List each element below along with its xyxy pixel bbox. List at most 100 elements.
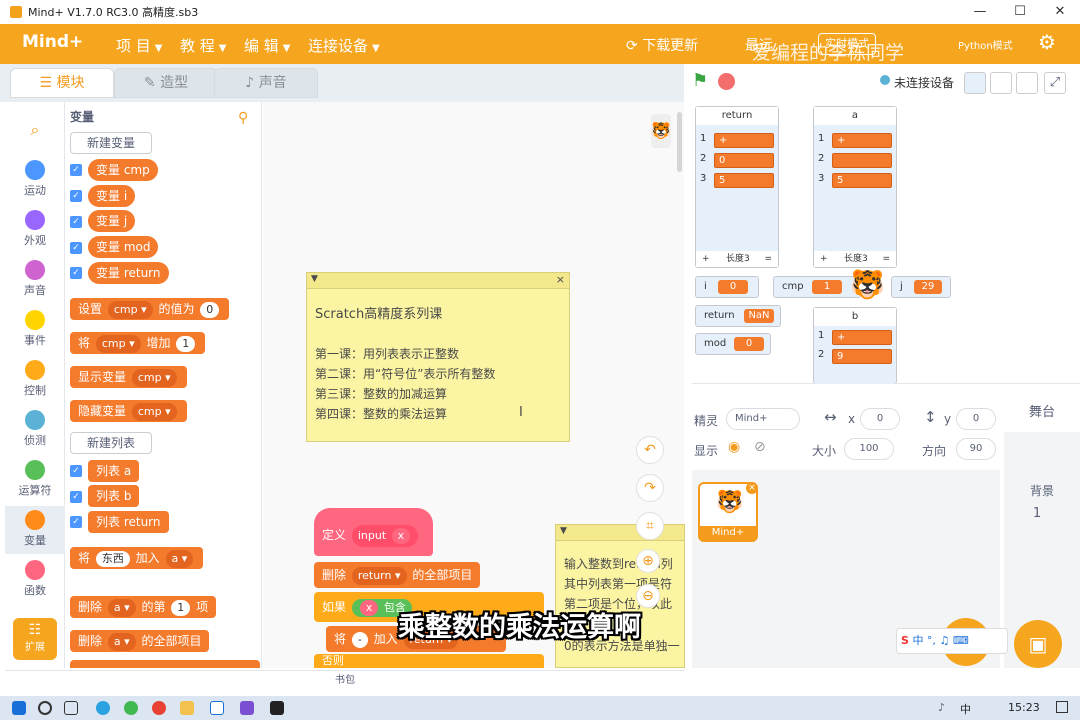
eye-visible-icon[interactable]: ◉ <box>728 439 740 455</box>
x-input[interactable]: 0 <box>860 408 900 430</box>
change-variable-block[interactable]: 将 cmp ▾ 增加 1 <box>70 332 206 354</box>
category-motion[interactable]: 运动 <box>5 160 65 198</box>
variable-cmp-reporter[interactable]: 变量 cmp <box>88 159 158 181</box>
windows-start-icon[interactable] <box>12 701 26 715</box>
undo-icon[interactable]: ↶ <box>636 436 664 464</box>
app-icon[interactable] <box>96 701 110 715</box>
large-stage-icon[interactable] <box>1016 72 1038 94</box>
list-return-reporter[interactable]: 列表 return <box>88 511 169 533</box>
mindplus-logo: Mind+ <box>22 32 84 52</box>
green-flag-icon[interactable]: ⚑ <box>692 72 710 90</box>
category-variables[interactable]: 变量 <box>5 506 65 554</box>
sprite-name-input[interactable]: Mind+ <box>726 408 800 430</box>
else-label: 否则 <box>314 654 544 668</box>
define-block[interactable]: 定义 input x <box>314 508 433 556</box>
stage-panel[interactable]: 舞台 背景 1 ▣ <box>1004 394 1080 668</box>
menu-connect-device[interactable]: 连接设备 ▼ <box>308 35 380 56</box>
fullscreen-icon[interactable]: ⤢ <box>1044 72 1066 94</box>
checkbox-icon[interactable]: ✓ <box>70 516 82 528</box>
category-events[interactable]: 事件 <box>5 310 65 348</box>
workspace-scrollbar[interactable] <box>677 112 682 172</box>
stage-header: ⚑ 未连接设备 ⤢ <box>684 64 1080 102</box>
delete-all-block[interactable]: 删除 a ▾ 的全部项目 <box>70 630 210 652</box>
wechat-icon[interactable] <box>124 701 138 715</box>
app-icon[interactable] <box>270 701 284 715</box>
chrome-icon[interactable] <box>152 701 166 715</box>
redo-icon[interactable]: ↷ <box>636 474 664 502</box>
set-variable-block[interactable]: 设置 cmp ▾ 的值为 0 <box>70 298 230 320</box>
delete-all-return-block[interactable]: 删除 return ▾ 的全部项目 <box>314 562 481 588</box>
folder-icon[interactable] <box>180 701 194 715</box>
menu-edit[interactable]: 编 辑 ▼ <box>244 35 290 56</box>
checkbox-icon[interactable]: ✓ <box>70 242 82 254</box>
settings-gear-icon[interactable]: ⚙ <box>1038 30 1056 54</box>
task-view-icon[interactable] <box>64 701 78 715</box>
maximize-button[interactable]: ☐ <box>1000 0 1040 24</box>
checkbox-icon[interactable]: ✓ <box>70 465 82 477</box>
list-a-reporter[interactable]: 列表 a <box>88 460 140 482</box>
list-b-reporter[interactable]: 列表 b <box>88 485 140 507</box>
mindplus-sprite-icon[interactable]: 🐯 <box>850 268 885 301</box>
delete-sprite-icon[interactable]: × <box>746 482 758 494</box>
tab-sounds[interactable]: ♪ 声音 <box>214 68 318 98</box>
menu-tutorial[interactable]: 教 程 ▼ <box>180 35 226 56</box>
search-icon[interactable] <box>38 701 52 715</box>
category-sound[interactable]: 声音 <box>5 260 65 298</box>
ime-toolbar[interactable]: S 中 °, ♫ ⌨ <box>896 628 1008 654</box>
extensions-button[interactable]: ☷ 扩展 <box>13 618 57 660</box>
checkbox-icon[interactable]: ✓ <box>70 190 82 202</box>
tab-blocks[interactable]: ☰ 模块 <box>10 68 114 98</box>
delete-item-block[interactable]: 删除 a ▾ 的第 1 项 <box>70 596 217 618</box>
variable-return-reporter[interactable]: 变量 return <box>88 262 169 284</box>
y-input[interactable]: 0 <box>956 408 996 430</box>
stage-canvas[interactable]: return 1 + 20 35 + 长度3 = a 1 + 2 35 + 长度3 = i0… <box>692 102 1080 384</box>
show-variable-block[interactable]: 显示变量 cmp ▾ <box>70 366 187 388</box>
variable-j-reporter[interactable]: 变量 j <box>88 210 136 232</box>
category-looks[interactable]: 外观 <box>5 210 65 248</box>
eye-hidden-icon[interactable]: ⊘ <box>754 439 766 455</box>
category-control[interactable]: 控制 <box>5 360 65 398</box>
stop-icon[interactable] <box>718 73 735 90</box>
variable-mod-reporter[interactable]: 变量 mod <box>88 236 159 258</box>
checkbox-icon[interactable]: ✓ <box>70 491 82 503</box>
minimize-button[interactable]: — <box>960 0 1000 24</box>
function-comment-note[interactable]: ▼ 输入整数到return列 其中列表第一项是符 第二项是个位，以此 0的表示方… <box>555 524 685 668</box>
comment-note[interactable]: ▼ × Scratch高精度系列课 第一课：用列表表示正整数 第二课：用“符号位”… <box>306 272 570 442</box>
checkbox-icon[interactable]: ✓ <box>70 216 82 228</box>
tab-costumes[interactable]: ✎ 造型 <box>114 68 218 98</box>
python-mode-label[interactable]: Python模式 <box>958 37 1013 52</box>
variable-i-reporter[interactable]: 变量 i <box>88 185 136 207</box>
category-functions[interactable]: 函数 <box>5 560 65 598</box>
mindplus-taskbar-icon[interactable] <box>210 701 224 715</box>
new-variable-button[interactable]: 新建变量 <box>70 132 153 154</box>
menu-project[interactable]: 项 目 ▼ <box>116 35 162 56</box>
script-workspace[interactable]: 🐯 ▼ × Scratch高精度系列课 第一课：用列表表示正整数 第二课：用“符号… <box>263 102 685 668</box>
add-backdrop-button[interactable]: ▣ <box>1014 620 1062 668</box>
notification-icon[interactable] <box>1056 701 1068 713</box>
direction-label: 方向 <box>922 444 947 458</box>
medium-stage-icon[interactable] <box>990 72 1012 94</box>
direction-input[interactable]: 90 <box>956 438 996 460</box>
backdrop-count: 1 <box>1032 506 1042 521</box>
backpack-bar[interactable]: 书包 <box>5 670 685 692</box>
sprite-tile[interactable]: 🐯 × Mind+ <box>698 482 758 542</box>
size-input[interactable]: 100 <box>844 438 894 460</box>
add-to-list-block[interactable]: 将 东西 加入 a ▾ <box>70 547 204 569</box>
crop-icon[interactable]: ⌗ <box>636 512 664 540</box>
category-operators[interactable]: 运算符 <box>5 460 65 498</box>
hide-variable-block[interactable]: 隐藏变量 cmp ▾ <box>70 400 187 422</box>
download-update-button[interactable]: ⟳ 下载更新 <box>626 35 698 55</box>
category-sensing[interactable]: 侦测 <box>5 410 65 448</box>
checkbox-icon[interactable]: ✓ <box>70 164 82 176</box>
list-item: 1 + <box>818 133 892 149</box>
app-icon[interactable] <box>240 701 254 715</box>
small-stage-icon[interactable] <box>964 72 986 94</box>
zoom-in-icon[interactable]: ⊕ <box>636 549 660 573</box>
checkbox-icon[interactable]: ✓ <box>70 267 82 279</box>
search-icon[interactable]: ⌕ <box>5 120 65 140</box>
pin-icon[interactable]: ⚲ <box>238 110 248 126</box>
close-button[interactable]: ✕ <box>1040 0 1080 24</box>
new-list-button[interactable]: 新建列表 <box>70 432 153 454</box>
volume-icon[interactable]: ♪ <box>938 701 945 714</box>
ime-indicator[interactable]: 中 <box>960 701 971 717</box>
